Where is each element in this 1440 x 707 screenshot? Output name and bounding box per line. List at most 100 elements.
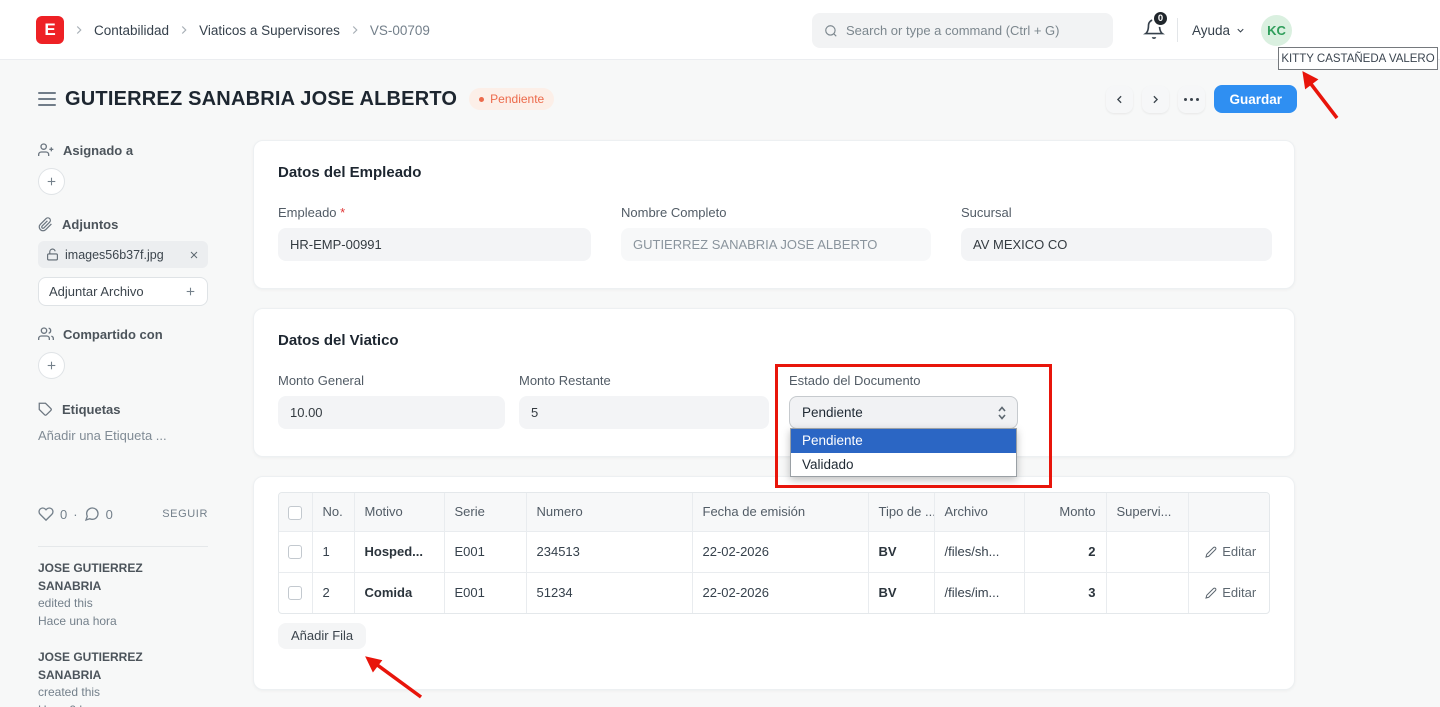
dot-separator: · — [73, 507, 77, 522]
attach-file-button[interactable]: Adjuntar Archivo — [38, 277, 208, 306]
users-icon — [38, 326, 54, 342]
add-row-button[interactable]: Añadir Fila — [278, 623, 366, 649]
user-avatar[interactable]: KC — [1261, 15, 1292, 46]
section-title: Datos del Empleado — [278, 141, 1270, 181]
empleado-input[interactable] — [278, 228, 591, 261]
dropdown-option-validado[interactable]: Validado — [791, 453, 1016, 477]
breadcrumb-item-current-doc: VS-00709 — [370, 23, 430, 38]
field-label: Sucursal — [961, 205, 1272, 221]
row-checkbox[interactable] — [288, 545, 302, 559]
cell-numero[interactable]: 51234 — [526, 572, 692, 613]
cell-monto[interactable]: 3 — [1024, 572, 1106, 613]
cell-motivo[interactable]: Comida — [354, 572, 444, 613]
follow-button[interactable]: SEGUIR — [162, 508, 208, 520]
nombre-completo-input — [621, 228, 931, 261]
comments-count: 0 — [106, 507, 113, 522]
paperclip-icon — [38, 217, 53, 232]
field-nombre-completo: Nombre Completo — [621, 205, 931, 261]
cell-tipo[interactable]: BV — [868, 531, 934, 572]
status-badge: Pendiente — [469, 88, 554, 110]
table-row: 2 Comida E001 51234 22-02-2026 BV /files… — [279, 572, 1270, 613]
table-header-row: No. Motivo Serie Numero Fecha de emisión… — [279, 493, 1270, 531]
field-empleado: Empleado * — [278, 205, 591, 261]
sucursal-input[interactable] — [961, 228, 1272, 261]
activity-entry: JOSE GUTIERREZ SANABRIA edited this Hace… — [38, 560, 208, 630]
remove-attachment-icon[interactable] — [188, 249, 200, 261]
attachment-filename[interactable]: images56b37f.jpg — [65, 248, 182, 262]
breadcrumb-item-viaticos[interactable]: Viaticos a Supervisores — [199, 23, 340, 38]
search-input[interactable] — [846, 23, 1101, 38]
cell-numero[interactable]: 234513 — [526, 531, 692, 572]
monto-restante-input[interactable] — [519, 396, 769, 429]
next-document-button[interactable] — [1142, 86, 1169, 113]
detail-table: No. Motivo Serie Numero Fecha de emisión… — [279, 493, 1270, 613]
breadcrumb-item-contabilidad[interactable]: Contabilidad — [94, 23, 169, 38]
app-logo[interactable]: E — [36, 16, 64, 44]
save-button[interactable]: Guardar — [1214, 85, 1297, 113]
unlock-icon[interactable] — [46, 248, 59, 261]
col-fecha: Fecha de emisión — [692, 493, 868, 531]
chevron-left-icon — [1113, 93, 1126, 106]
plus-icon — [45, 175, 58, 188]
chevron-right-icon — [1149, 93, 1162, 106]
chevron-right-icon — [348, 23, 362, 37]
estado-documento-select[interactable]: Pendiente — [789, 396, 1018, 429]
cell-serie[interactable]: E001 — [444, 531, 526, 572]
app-window: E Contabilidad Viaticos a Supervisores V… — [0, 0, 1440, 707]
field-label: Monto General — [278, 373, 505, 389]
heart-icon[interactable] — [38, 506, 54, 522]
activity-user: JOSE GUTIERREZ SANABRIA — [38, 560, 208, 595]
activity-action: edited this — [38, 595, 208, 613]
cell-monto[interactable]: 2 — [1024, 531, 1106, 572]
edit-label: Editar — [1222, 544, 1256, 559]
more-actions-button[interactable] — [1178, 86, 1205, 113]
ellipsis-icon — [1184, 98, 1199, 101]
field-label: Monto Restante — [519, 373, 769, 389]
cell-archivo[interactable]: /files/im... — [934, 572, 1024, 613]
notification-count-badge: 0 — [1152, 10, 1169, 27]
cell-fecha[interactable]: 22-02-2026 — [692, 572, 868, 613]
required-mark: * — [340, 205, 345, 220]
social-row: 0 · 0 SEGUIR — [38, 506, 208, 522]
cell-serie[interactable]: E001 — [444, 572, 526, 613]
page-title: GUTIERREZ SANABRIA JOSE ALBERTO — [65, 88, 457, 111]
field-monto-general: Monto General — [278, 373, 505, 429]
add-assignment-button[interactable] — [38, 168, 65, 195]
prev-document-button[interactable] — [1106, 86, 1133, 113]
comment-icon[interactable] — [84, 506, 100, 522]
cell-motivo[interactable]: Hosped... — [354, 531, 444, 572]
cell-supervisor[interactable] — [1106, 572, 1188, 613]
edit-row-button[interactable]: Editar — [1189, 573, 1271, 613]
col-numero: Numero — [526, 493, 692, 531]
chevron-down-icon — [1235, 25, 1246, 36]
dropdown-option-pendiente[interactable]: Pendiente — [791, 429, 1016, 453]
help-menu[interactable]: Ayuda — [1192, 0, 1246, 60]
user-plus-icon — [38, 142, 54, 158]
cell-fecha[interactable]: 22-02-2026 — [692, 531, 868, 572]
cell-supervisor[interactable] — [1106, 531, 1188, 572]
select-all-checkbox[interactable] — [288, 506, 302, 520]
pencil-icon — [1205, 546, 1217, 558]
cell-tipo[interactable]: BV — [868, 572, 934, 613]
activity-user: JOSE GUTIERREZ SANABRIA — [38, 649, 208, 684]
page-actions: Guardar — [1106, 85, 1297, 113]
field-estado-documento: Estado del Documento Pendiente — [789, 373, 1018, 429]
notifications-button[interactable]: 0 — [1143, 18, 1169, 44]
estado-dropdown-list: Pendiente Validado — [790, 428, 1017, 477]
grid-table-wrap: No. Motivo Serie Numero Fecha de emisión… — [278, 492, 1270, 614]
sidebar-toggle-icon[interactable] — [38, 92, 56, 107]
top-navbar: E Contabilidad Viaticos a Supervisores V… — [0, 0, 1440, 60]
search-icon — [824, 24, 838, 38]
row-checkbox[interactable] — [288, 586, 302, 600]
monto-general-input[interactable] — [278, 396, 505, 429]
attachments-label: Adjuntos — [62, 217, 118, 232]
edit-row-button[interactable]: Editar — [1189, 532, 1271, 572]
col-archivo: Archivo — [934, 493, 1024, 531]
cell-archivo[interactable]: /files/sh... — [934, 531, 1024, 572]
global-search — [812, 13, 1113, 48]
tag-icon — [38, 402, 53, 417]
chevron-right-icon — [177, 23, 191, 37]
add-tag-input[interactable]: Añadir una Etiqueta ... — [38, 428, 208, 443]
add-share-button[interactable] — [38, 352, 65, 379]
shared-with-section: Compartido con — [38, 326, 208, 342]
